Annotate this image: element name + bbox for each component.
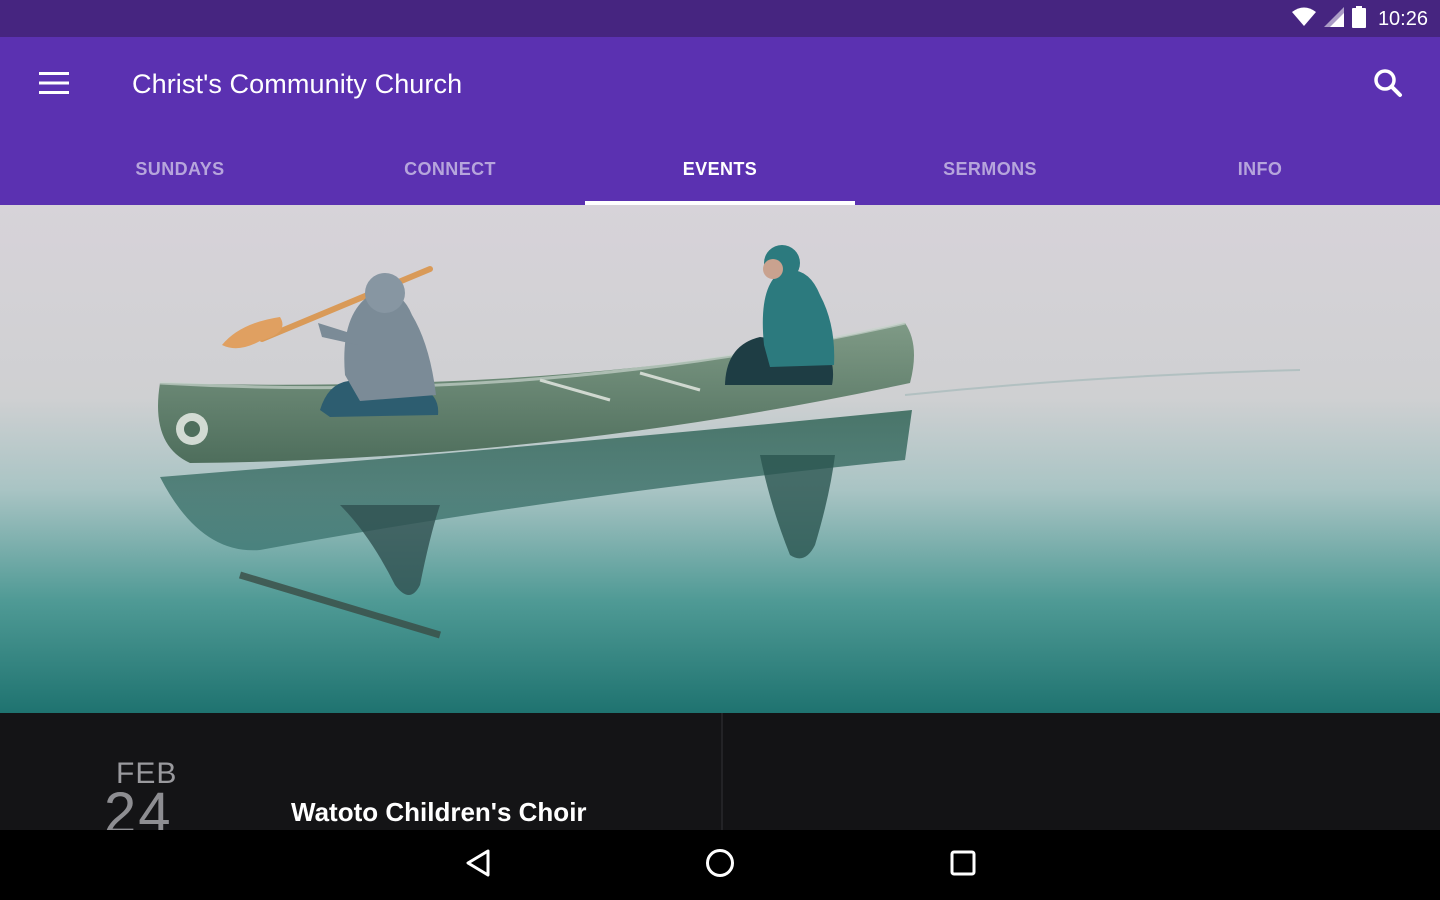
app-screen: 10:26 Christ's Community Church SUNDAYS …	[0, 0, 1440, 900]
menu-button[interactable]	[30, 63, 78, 107]
back-triangle-icon	[465, 849, 491, 882]
status-icons: 10:26	[1291, 5, 1428, 33]
search-icon	[1373, 68, 1403, 103]
hero-image[interactable]	[0, 205, 1440, 713]
battery-icon	[1351, 5, 1366, 33]
hamburger-menu-icon	[39, 71, 69, 99]
cell-signal-icon	[1323, 6, 1344, 32]
wifi-icon	[1291, 7, 1316, 32]
event-list: FEB 24 Watoto Children's Choir	[0, 713, 1440, 843]
event-title: Watoto Children's Choir	[291, 797, 587, 827]
status-time: 10:26	[1377, 7, 1428, 30]
tab-sermons[interactable]: SERMONS	[855, 133, 1125, 205]
home-circle-icon	[705, 848, 735, 883]
tab-connect[interactable]: CONNECT	[315, 133, 585, 205]
tab-sundays[interactable]: SUNDAYS	[45, 133, 315, 205]
app-bar: Christ's Community Church	[0, 37, 1440, 133]
card-divider	[721, 713, 723, 830]
back-button[interactable]	[443, 840, 513, 890]
status-bar: 10:26	[0, 0, 1440, 37]
search-button[interactable]	[1364, 63, 1412, 107]
system-nav-bar	[0, 830, 1440, 900]
home-button[interactable]	[685, 840, 755, 890]
tab-bar: SUNDAYS CONNECT EVENTS SERMONS INFO	[0, 133, 1440, 205]
tab-events[interactable]: EVENTS	[585, 133, 855, 205]
recents-square-icon	[950, 850, 976, 881]
app-title: Christ's Community Church	[132, 69, 463, 99]
recents-button[interactable]	[928, 840, 998, 890]
tab-info[interactable]: INFO	[1125, 133, 1395, 205]
event-card[interactable]: FEB 24 Watoto Children's Choir	[0, 713, 721, 843]
